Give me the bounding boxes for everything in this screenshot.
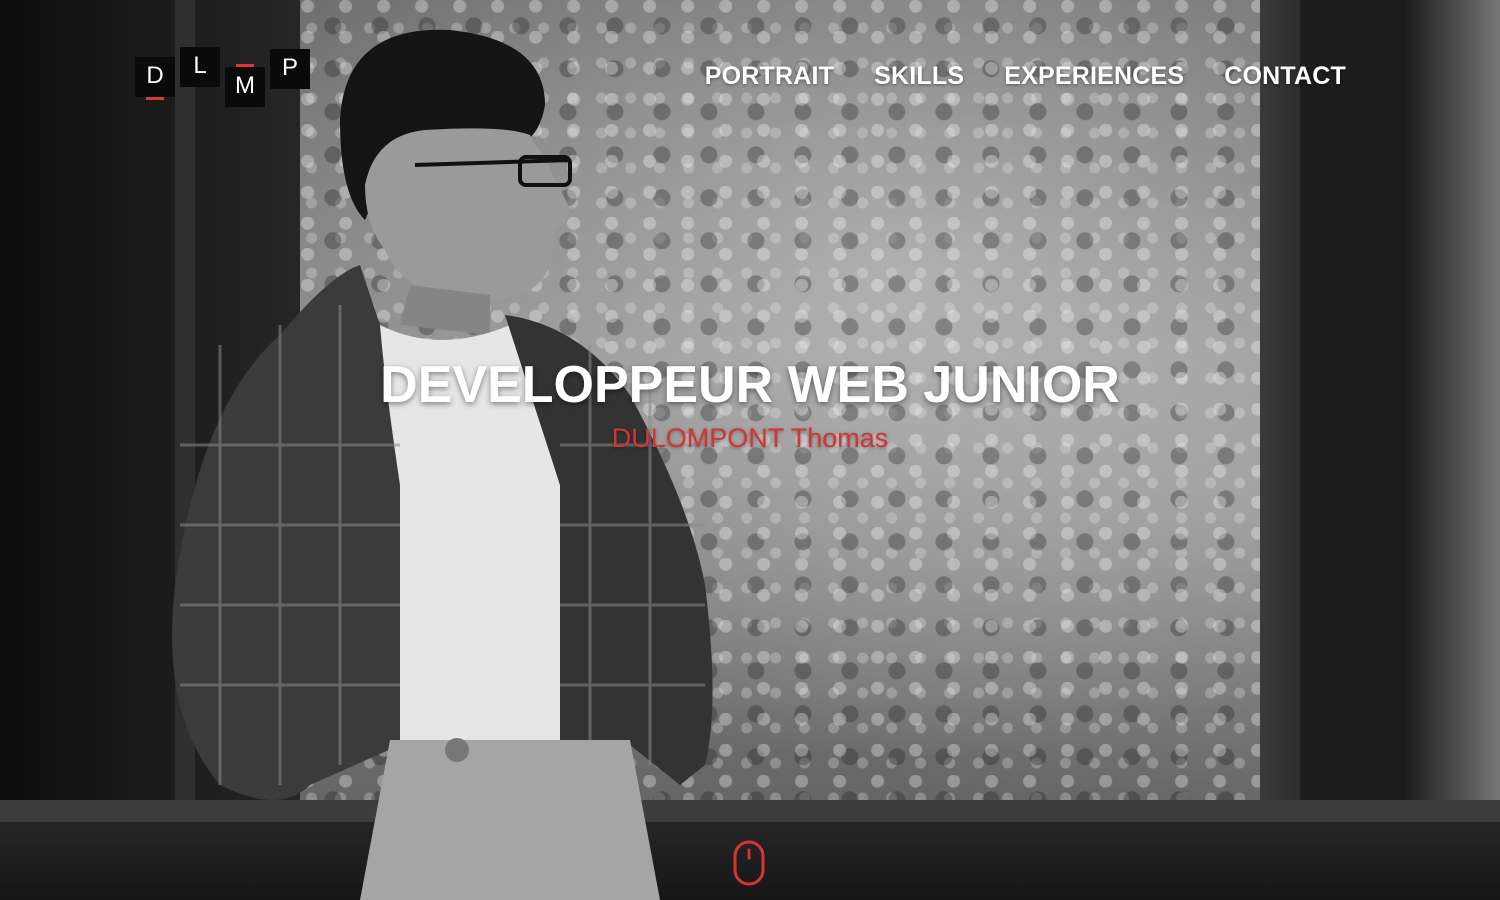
logo-letter-d: D bbox=[135, 57, 175, 97]
hero-section: D L M P PORTRAIT SKILLS EXPERIENCES CONT… bbox=[0, 0, 1500, 900]
nav-link-portrait[interactable]: PORTRAIT bbox=[705, 62, 834, 91]
main-navigation: PORTRAIT SKILLS EXPERIENCES CONTACT bbox=[705, 62, 1346, 91]
logo-letter-l: L bbox=[180, 47, 220, 87]
hero-subtitle: DULOMPONT Thomas bbox=[611, 423, 889, 453]
logo-accent-m bbox=[236, 64, 254, 67]
logo-accent-d bbox=[146, 97, 164, 100]
logo-letter-m: M bbox=[225, 67, 265, 107]
nav-link-skills[interactable]: SKILLS bbox=[874, 62, 964, 91]
site-logo[interactable]: D L M P bbox=[135, 45, 315, 110]
nav-link-experiences[interactable]: EXPERIENCES bbox=[1004, 62, 1184, 91]
logo-letter-p: P bbox=[270, 49, 310, 89]
hero-title: DEVELOPPEUR WEB JUNIOR bbox=[380, 356, 1120, 414]
nav-link-contact[interactable]: CONTACT bbox=[1224, 62, 1346, 91]
portrait-photo bbox=[160, 25, 730, 900]
mouse-scroll-icon[interactable] bbox=[733, 840, 765, 886]
